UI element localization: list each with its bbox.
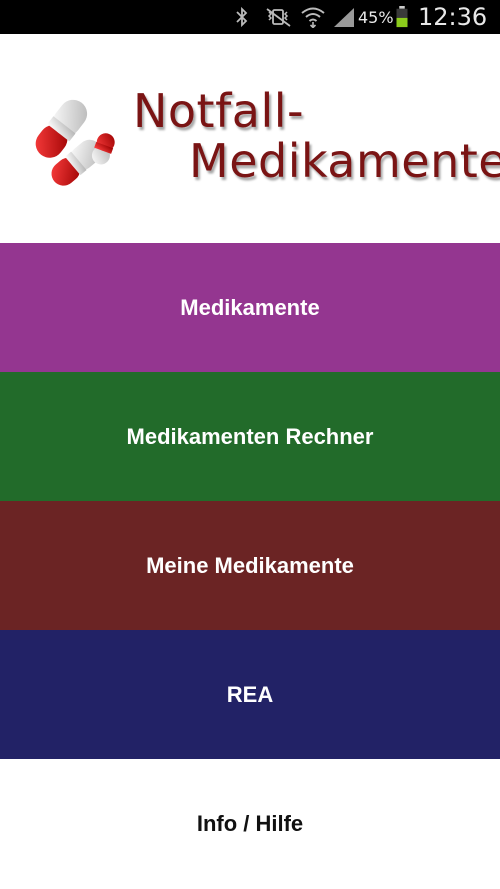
menu-button-label: Medikamenten Rechner [126,423,374,449]
menu-button-label: Meine Medikamente [146,552,354,578]
pills-logo-icon [35,99,115,186]
menu-button-medikamenten-rechner[interactable]: Medikamenten Rechner [0,372,500,501]
menu-button-label: Medikamente [180,294,320,320]
menu-button-label: REA [226,681,274,707]
info-help-button[interactable]: Info / Hilfe [0,759,500,889]
status-bar: 45% 12:36 [0,0,500,34]
signal-icon [334,8,354,27]
menu-button-rea[interactable]: REA [0,630,500,759]
mute-vibrate-icon [266,8,291,27]
logo-line-1: Notfall- [133,84,305,138]
battery-icon [396,6,408,28]
app-header: Notfall- Medikamente [0,34,500,243]
bluetooth-icon [236,6,248,28]
info-help-label: Info / Hilfe [196,811,304,836]
app-screen: 45% 12:36 Notfall- Medikamente Medikamen… [0,0,500,889]
wifi-icon [301,7,325,28]
battery-percent: 45% [358,8,394,27]
clock: 12:36 [418,3,488,31]
app-logo-text: Notfall- Medikamente [133,86,500,186]
menu-button-meine-medikamente[interactable]: Meine Medikamente [0,501,500,630]
menu-button-medikamente[interactable]: Medikamente [0,243,500,372]
logo-line-2: Medikamente [189,134,500,188]
